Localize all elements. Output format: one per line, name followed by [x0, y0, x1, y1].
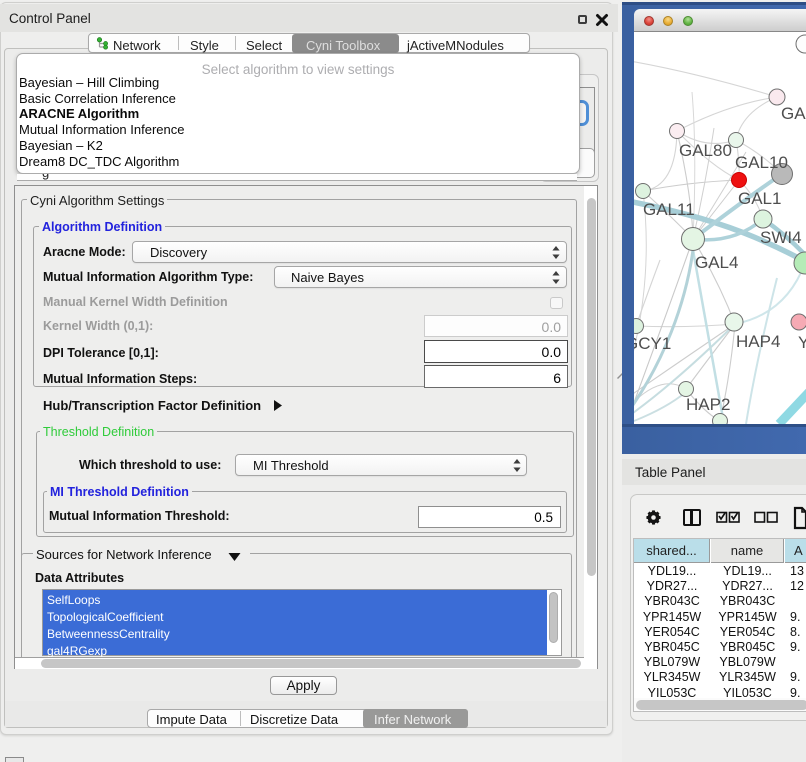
svg-text:GAL7: GAL7 — [781, 104, 806, 123]
svg-text:GAL11: GAL11 — [643, 200, 695, 219]
svg-text:SWI4: SWI4 — [760, 228, 802, 247]
svg-text:GAL10: GAL10 — [735, 153, 788, 172]
svg-text:HAP2: HAP2 — [686, 395, 730, 414]
svg-text:GAL4: GAL4 — [695, 253, 738, 272]
svg-text:GAL80: GAL80 — [679, 141, 732, 160]
svg-text:GAL1: GAL1 — [738, 189, 781, 208]
svg-text:GCY1: GCY1 — [634, 334, 671, 353]
svg-text:HAP4: HAP4 — [736, 332, 780, 351]
svg-text:Y: Y — [798, 333, 806, 352]
